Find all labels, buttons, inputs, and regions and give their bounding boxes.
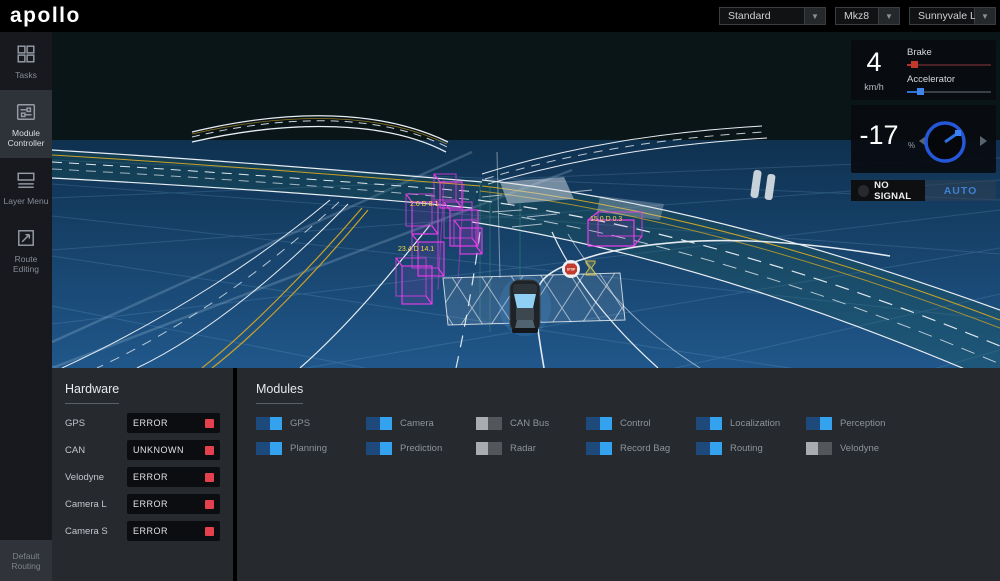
module-toggle-gps[interactable]: GPS	[256, 417, 366, 430]
accelerator-label: Accelerator	[907, 74, 956, 85]
module-toggle-record-bag[interactable]: Record Bag	[586, 442, 696, 455]
module-controller-icon	[16, 104, 36, 120]
module-toggle-localization[interactable]: Localization	[696, 417, 806, 430]
error-indicator-icon	[205, 418, 214, 428]
setup-mode-value[interactable]: Standard	[719, 7, 805, 25]
error-indicator-icon	[205, 526, 214, 536]
sidebar-item-label: Module Controller	[7, 128, 45, 148]
hardware-row-velodyne: Velodyne ERROR	[65, 467, 220, 487]
status-badge: ERROR	[127, 521, 220, 541]
sidebar-item-route-editing[interactable]: Route Editing	[0, 216, 52, 284]
accelerator-slider[interactable]	[907, 88, 991, 95]
obstacle-label: 23.4 D 14.1	[398, 246, 434, 253]
toggle-switch[interactable]	[256, 417, 282, 430]
modules-grid: GPS Camera CAN Bus Control Localization …	[256, 417, 1000, 455]
header-bar: apollo Standard ▼ Mkz8 ▼ Sunnyvale Loop …	[0, 0, 1000, 32]
toggle-switch[interactable]	[476, 417, 502, 430]
module-toggle-prediction[interactable]: Prediction	[366, 442, 476, 455]
signal-label: NO SIGNAL	[874, 179, 912, 202]
toggle-switch[interactable]	[586, 417, 612, 430]
tasks-icon	[17, 45, 35, 63]
module-toggle-can-bus[interactable]: CAN Bus	[476, 417, 586, 430]
module-toggle-control[interactable]: Control	[586, 417, 696, 430]
hardware-row-camera-s: Camera S ERROR	[65, 521, 220, 541]
status-badge: ERROR	[127, 494, 220, 514]
speed-unit: km/h	[864, 82, 884, 92]
map-value[interactable]: Sunnyvale Loop	[909, 7, 993, 25]
toggle-switch[interactable]	[476, 442, 502, 455]
stop-sign-icon: STOP	[562, 260, 580, 278]
module-toggle-velodyne[interactable]: Velodyne	[806, 442, 916, 455]
steering-value: -17	[859, 120, 899, 150]
chevron-down-icon[interactable]: ▼	[879, 7, 900, 25]
speed-panel: 4 km/h Brake Accelerator	[851, 40, 996, 100]
brake-slider[interactable]	[907, 61, 991, 68]
modules-title: Modules	[256, 382, 304, 404]
map-select[interactable]: Sunnyvale Loop ▼	[909, 7, 996, 25]
status-badge: UNKNOWN	[127, 440, 220, 460]
obstacle-label: 15.0 D 0.3	[590, 216, 622, 223]
chevron-down-icon[interactable]: ▼	[975, 7, 996, 25]
sidebar-item-module-controller[interactable]: Module Controller	[0, 90, 52, 158]
module-toggle-planning[interactable]: Planning	[256, 442, 366, 455]
apollo-logo: apollo	[10, 4, 81, 27]
setup-mode-select[interactable]: Standard ▼	[719, 7, 826, 25]
dreamview-app: apollo Standard ▼ Mkz8 ▼ Sunnyvale Loop …	[0, 0, 1000, 581]
toggle-switch[interactable]	[806, 417, 832, 430]
chevron-down-icon[interactable]: ▼	[805, 7, 826, 25]
hardware-panel: Hardware GPS ERROR CAN UNKNOWN Velodyne …	[52, 368, 233, 581]
steering-wheel-icon	[924, 121, 966, 163]
auto-mode-button[interactable]: AUTO	[925, 180, 996, 201]
brake-label: Brake	[907, 47, 932, 58]
sidebar-item-tasks[interactable]: Tasks	[0, 32, 52, 90]
ego-vehicle	[499, 276, 551, 336]
sidebar-item-label: Route Editing	[13, 254, 39, 274]
scene-viewport[interactable]: 2.6 D 8.1 23.4 D 14.1 15.0 D 0.3 STOP 4 …	[52, 32, 1000, 368]
module-toggle-routing[interactable]: Routing	[696, 442, 806, 455]
sidebar: Tasks Module Controller Layer Menu Route…	[0, 32, 52, 581]
speed-value: 4	[866, 47, 882, 77]
turn-signal-right-icon[interactable]	[980, 136, 987, 146]
hardware-row-can: CAN UNKNOWN	[65, 440, 220, 460]
toggle-switch[interactable]	[366, 442, 392, 455]
toggle-switch[interactable]	[366, 417, 392, 430]
toggle-switch[interactable]	[696, 442, 722, 455]
error-indicator-icon	[205, 445, 214, 455]
toggle-switch[interactable]	[256, 442, 282, 455]
sidebar-item-label: Tasks	[15, 70, 37, 80]
modules-panel: Modules GPS Camera CAN Bus Control Local…	[237, 368, 1000, 581]
toggle-switch[interactable]	[696, 417, 722, 430]
sidebar-item-layer-menu[interactable]: Layer Menu	[0, 158, 52, 216]
status-badge: ERROR	[127, 467, 220, 487]
stop-sign-label: STOP	[567, 268, 576, 272]
sidebar-item-label: Layer Menu	[3, 196, 49, 206]
traffic-signal-status: NO SIGNAL	[851, 179, 925, 202]
steering-panel: -17 %	[851, 105, 996, 173]
traffic-light-icon	[858, 184, 870, 197]
bottom-panels: Hardware GPS ERROR CAN UNKNOWN Velodyne …	[52, 368, 1000, 581]
module-toggle-radar[interactable]: Radar	[476, 442, 586, 455]
hardware-row-camera-l: Camera L ERROR	[65, 494, 220, 514]
toggle-switch[interactable]	[806, 442, 832, 455]
accelerator-slider-knob[interactable]	[917, 88, 924, 95]
error-indicator-icon	[205, 472, 214, 482]
header-selects: Standard ▼ Mkz8 ▼ Sunnyvale Loop ▼	[710, 7, 996, 25]
module-toggle-perception[interactable]: Perception	[806, 417, 916, 430]
hardware-row-gps: GPS ERROR	[65, 413, 220, 433]
module-toggle-camera[interactable]: Camera	[366, 417, 476, 430]
steering-unit: %	[908, 141, 916, 150]
error-indicator-icon	[205, 499, 214, 509]
vehicle-select[interactable]: Mkz8 ▼	[835, 7, 900, 25]
hardware-title: Hardware	[65, 382, 120, 404]
default-routing-button[interactable]: Default Routing	[0, 540, 52, 581]
layer-menu-icon	[17, 172, 35, 188]
vehicle-value[interactable]: Mkz8	[835, 7, 879, 25]
route-editing-icon	[18, 230, 34, 246]
brake-slider-knob[interactable]	[911, 61, 918, 68]
obstacle-label: 2.6 D 8.1	[410, 201, 439, 208]
status-badge: ERROR	[127, 413, 220, 433]
signal-mode-bar: NO SIGNAL AUTO	[851, 179, 996, 202]
toggle-switch[interactable]	[586, 442, 612, 455]
